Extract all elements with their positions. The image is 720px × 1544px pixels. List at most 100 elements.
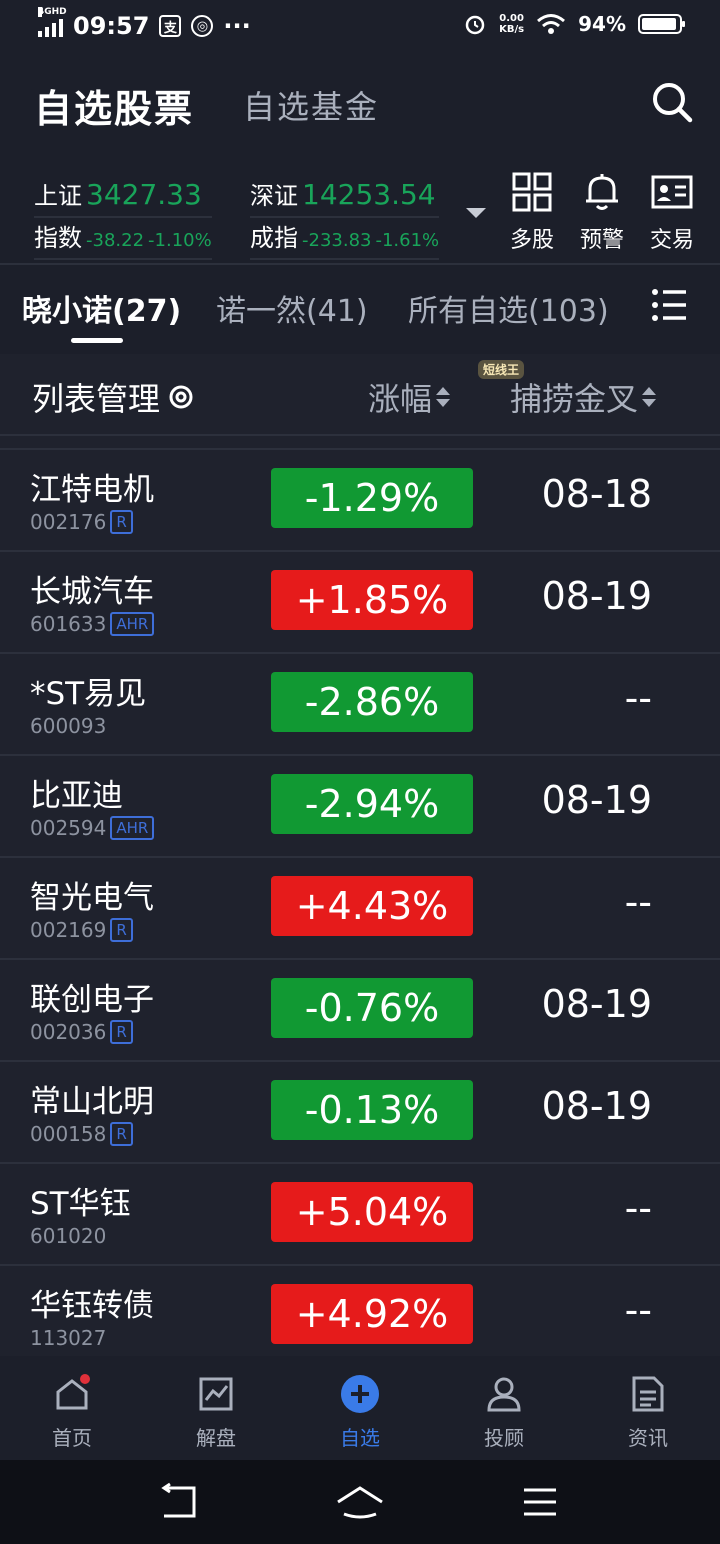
stock-tag: AHR <box>110 612 155 636</box>
multi-stock-button[interactable]: 多股 <box>508 170 556 254</box>
stock-name: ST华钰 <box>30 1186 131 1222</box>
home-button-icon[interactable] <box>330 1480 390 1524</box>
stock-row[interactable]: 华钰转债 113027 +4.92% -- <box>0 1266 720 1356</box>
network-speed-unit: KB/s <box>499 24 525 35</box>
change-percent: +4.92% <box>271 1284 473 1344</box>
stock-name: 智光电气 <box>30 880 154 916</box>
index-value: 14253.54 <box>302 178 436 211</box>
nav-analysis[interactable]: 解盘 <box>166 1372 266 1451</box>
stock-row[interactable]: 智光电气 002169 R +4.43% -- <box>0 858 720 960</box>
settings-icon <box>169 385 193 409</box>
stock-code-wrap: 002169 R <box>30 918 133 942</box>
change-percent: -2.86% <box>271 672 473 732</box>
nav-label: 自选 <box>340 1426 380 1450</box>
sort-by-change[interactable]: 涨幅 <box>368 374 451 420</box>
index-name: 上证 <box>34 182 82 210</box>
grid-icon <box>512 172 552 212</box>
stock-tag: R <box>110 918 133 942</box>
battery-percent: 94% <box>578 12 626 36</box>
tab-active-indicator <box>71 338 123 343</box>
change-percent: +4.43% <box>271 876 473 936</box>
index-dropdown-icon[interactable] <box>466 208 486 218</box>
network-speed-value: 0.00 <box>499 13 524 24</box>
network-type: 4GHD <box>38 7 67 17</box>
trade-label: 交易 <box>649 228 694 253</box>
stock-code-wrap: 002036 R <box>30 1020 133 1044</box>
trade-button[interactable]: 交易 <box>648 170 696 254</box>
alert-button[interactable]: 预警 <box>578 170 626 254</box>
stock-name: 联创电子 <box>30 982 154 1018</box>
tab-all-watchlist[interactable]: 所有自选(103) <box>408 286 609 330</box>
stock-row[interactable]: ST华钰 601020 +5.04% -- <box>0 1164 720 1266</box>
stock-tag: R <box>110 510 133 534</box>
nav-advisor[interactable]: 投顾 <box>454 1372 554 1451</box>
tab-group-1[interactable]: 晓小诺(27) <box>22 286 181 330</box>
stock-tag: AHR <box>110 816 155 840</box>
stock-row[interactable]: 联创电子 002036 R -0.76% 08-19 <box>0 960 720 1062</box>
recent-apps-icon[interactable] <box>510 1480 570 1524</box>
golden-cross-date: 08-19 <box>541 982 652 1026</box>
list-manage-button[interactable]: 列表管理 <box>32 374 194 420</box>
page-title-stocks[interactable]: 自选股票 <box>34 78 194 133</box>
change-percent: +5.04% <box>271 1182 473 1242</box>
change-percent: -0.76% <box>271 978 473 1038</box>
alarm-icon <box>465 15 485 35</box>
stock-code: 002176 <box>30 510 107 534</box>
index-shanghai[interactable]: 上证 3427.33 指数 -38.22 -1.10% <box>34 176 212 260</box>
index-shenzhen[interactable]: 深证 14253.54 成指 -233.83 -1.61% <box>250 176 440 260</box>
status-bar: 4GHD 09:57 支 ◎ ··· 0.00 KB/s 94% <box>0 0 720 56</box>
change-percent: +1.85% <box>271 570 473 630</box>
stock-code: 000158 <box>30 1122 107 1146</box>
alert-label: 预警 <box>579 228 624 253</box>
bell-icon <box>586 174 618 210</box>
stock-code-wrap: 000158 R <box>30 1122 133 1146</box>
stock-row[interactable]: 比亚迪 002594 AHR -2.94% 08-19 <box>0 756 720 858</box>
stock-code-wrap: 113027 <box>30 1326 106 1350</box>
multi-stock-label: 多股 <box>509 228 554 253</box>
nav-home[interactable]: 首页 <box>22 1372 122 1451</box>
golden-cross-date: 08-19 <box>541 778 652 822</box>
app-header: 自选股票 自选基金 <box>0 60 720 150</box>
chart-icon <box>199 1377 233 1411</box>
group-tabs: 晓小诺(27) 诺一然(41) 所有自选(103) <box>0 270 720 346</box>
index-value: 3427.33 <box>86 178 202 211</box>
change-percent: -1.29% <box>271 468 473 528</box>
stock-row[interactable]: 长城汽车 601633 AHR +1.85% 08-19 <box>0 552 720 654</box>
menu-icon[interactable] <box>652 288 688 322</box>
stock-row[interactable]: *ST易见 600093 -2.86% -- <box>0 654 720 756</box>
stock-code: 601020 <box>30 1224 107 1248</box>
search-icon[interactable] <box>650 80 694 124</box>
tab-funds[interactable]: 自选基金 <box>243 82 379 128</box>
nav-label: 资讯 <box>628 1426 668 1450</box>
stock-code: 600093 <box>30 714 107 738</box>
stock-list: 列表管理 涨幅 短线王 捕捞金叉 江特电机 002176 R -1.29% 08-… <box>0 354 720 1356</box>
stock-code: 002169 <box>30 918 107 942</box>
back-icon[interactable] <box>150 1480 210 1524</box>
golden-cross-column-label: 捕捞金叉 <box>510 380 639 418</box>
stock-code-wrap: 601020 <box>30 1224 106 1248</box>
change-percent: -0.13% <box>271 1080 473 1140</box>
sort-icon <box>436 385 451 409</box>
index-change: -38.22 <box>86 230 145 251</box>
stock-row[interactable]: 常山北明 000158 R -0.13% 08-19 <box>0 1062 720 1164</box>
stock-code-wrap: 002176 R <box>30 510 133 534</box>
wifi-icon <box>537 14 566 34</box>
index-percent: -1.10% <box>148 230 212 251</box>
sort-by-golden-cross[interactable]: 捕捞金叉 <box>510 374 657 420</box>
list-manage-label: 列表管理 <box>32 380 161 418</box>
document-icon <box>632 1376 664 1412</box>
sort-icon <box>642 385 657 409</box>
stock-name: 江特电机 <box>30 472 154 508</box>
stock-code: 113027 <box>30 1326 107 1350</box>
stock-tag: R <box>110 1122 133 1146</box>
nav-watchlist[interactable]: 自选 <box>310 1372 410 1451</box>
stock-row[interactable]: 江特电机 002176 R -1.29% 08-18 <box>0 450 720 552</box>
tab-group-2[interactable]: 诺一然(41) <box>216 286 368 330</box>
golden-cross-date: -- <box>624 1288 652 1332</box>
divider <box>0 263 720 265</box>
nav-label: 解盘 <box>196 1426 236 1450</box>
nav-news[interactable]: 资讯 <box>598 1372 698 1451</box>
nav-label: 投顾 <box>484 1426 524 1450</box>
stock-code-wrap: 601633 AHR <box>30 612 155 636</box>
index-name-2: 指数 <box>34 224 82 252</box>
